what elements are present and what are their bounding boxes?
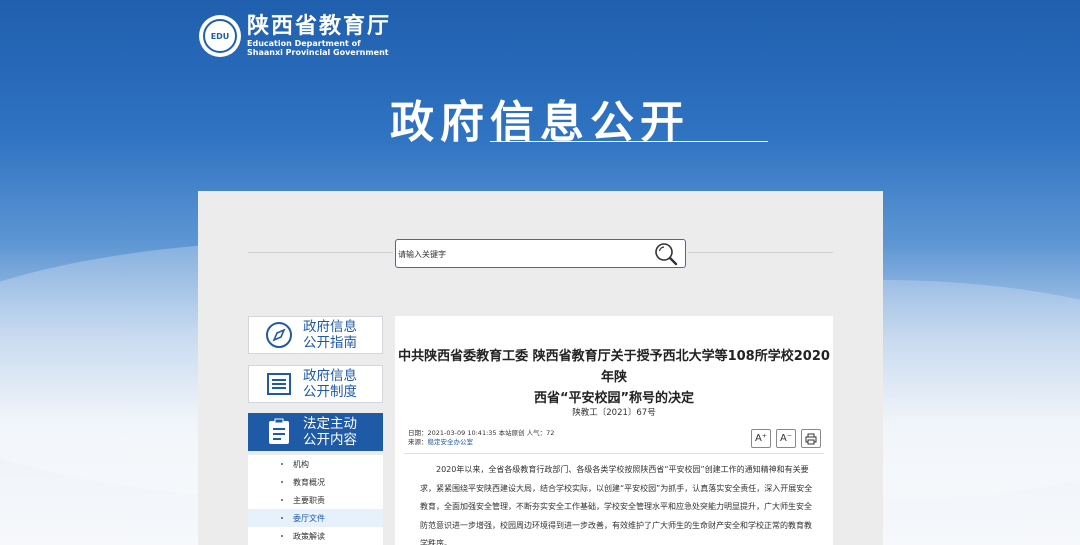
logo-text: 陕西省教育厅 Education Department of Shaanxi P… [247, 14, 392, 58]
sidebar-item-overview[interactable]: 教育概况 [248, 473, 383, 491]
sidebar-card-label: 法定主动 公开内容 [303, 416, 357, 448]
sidebar-card-label: 政府信息 公开指南 [303, 319, 357, 351]
compass-icon [265, 321, 293, 349]
print-button[interactable] [801, 429, 821, 448]
divider [248, 252, 393, 253]
hero-underline [490, 141, 768, 142]
article-meta: 日期：2021-03-09 10:41:35 本站原创 人气：72 来源：稳定安… [408, 429, 554, 447]
org-name-en-1: Education Department of [247, 39, 361, 48]
divider [404, 453, 824, 454]
article-date-views: 日期：2021-03-09 10:41:35 本站原创 人气：72 [408, 429, 555, 437]
bullet-icon [281, 463, 283, 465]
sidebar-item-policy[interactable]: 政策解读 [248, 527, 383, 545]
source-link[interactable]: 稳定安全办公室 [428, 438, 474, 446]
bullet-icon [281, 481, 283, 483]
sidebar-item-documents[interactable]: 委厅文件 [248, 509, 383, 527]
divider [688, 252, 833, 253]
emblem-text: EDU [203, 19, 237, 53]
bullet-icon [281, 517, 283, 519]
print-icon [805, 433, 817, 444]
sidebar-card-content[interactable]: 法定主动 公开内容 [248, 413, 383, 451]
font-larger-button[interactable]: A⁺ [751, 429, 771, 448]
source-label: 来源： [408, 438, 428, 446]
search-button[interactable] [653, 242, 679, 266]
site-logo[interactable]: EDU 陕西省教育厅 Education Department of Shaan… [199, 15, 391, 57]
emblem-icon: EDU [199, 15, 241, 57]
search-box [395, 239, 686, 268]
list-icon [265, 370, 293, 398]
sidebar-card-system[interactable]: 政府信息 公开制度 [248, 365, 383, 403]
document-number: 陕教工〔2021〕67号 [572, 408, 656, 418]
sidebar-card-guide[interactable]: 政府信息 公开指南 [248, 316, 383, 354]
org-name-en-2: Shaanxi Provincial Government [247, 48, 389, 57]
bullet-icon [281, 535, 283, 537]
article-tools: A⁺ A⁻ [751, 429, 821, 448]
sidebar-item-duties[interactable]: 主要职责 [248, 491, 383, 509]
search-input[interactable] [398, 246, 638, 262]
clipboard-icon [265, 418, 293, 446]
sidebar-sub-list: 机构 教育概况 主要职责 委厅文件 政策解读 [248, 455, 383, 545]
search-icon [655, 243, 678, 266]
article-body: 2020年以来，全省各级教育行政部门、各级各类学校按照陕西省“平安校园”创建工作… [420, 465, 813, 545]
sidebar-card-label: 政府信息 公开制度 [303, 368, 357, 400]
org-name-cn: 陕西省教育厅 [247, 14, 392, 39]
font-smaller-button[interactable]: A⁻ [776, 429, 796, 448]
article-panel: 中共陕西省委教育工委 陕西省教育厅关于授予西北大学等108所学校2020年陕 西… [395, 316, 833, 545]
sidebar-item-jigou[interactable]: 机构 [248, 455, 383, 473]
bullet-icon [281, 499, 283, 501]
article-title: 中共陕西省委教育工委 陕西省教育厅关于授予西北大学等108所学校2020年陕 西… [398, 349, 830, 406]
